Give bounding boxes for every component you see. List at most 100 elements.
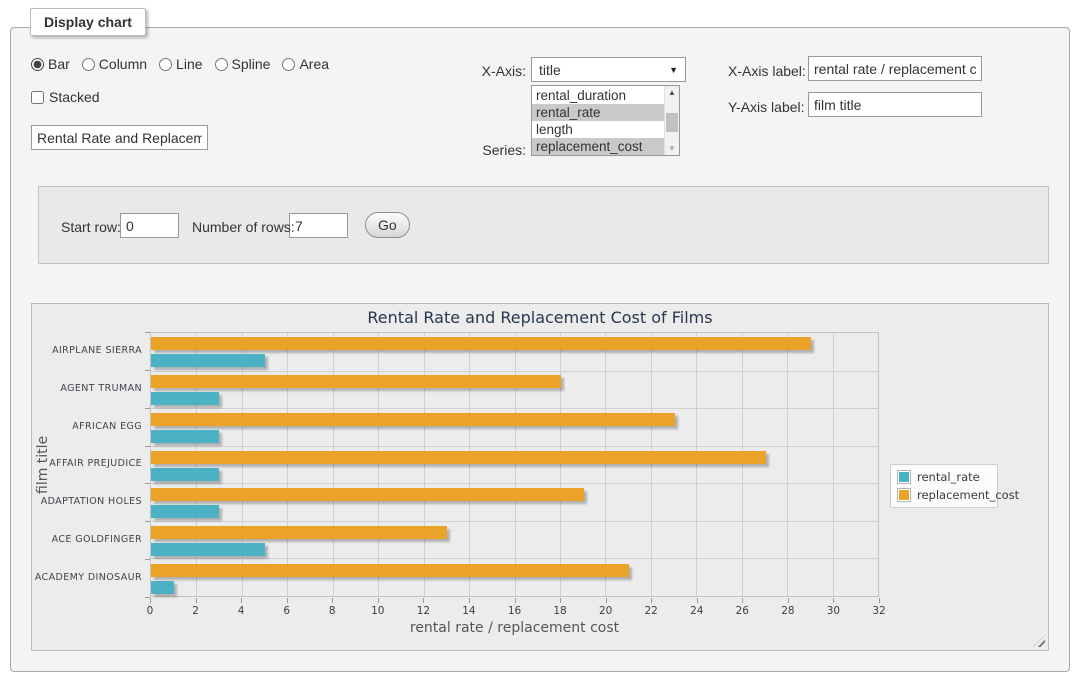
chart-category-labels: AIRPLANE SIERRAAGENT TRUMANAFRICAN EGGAF… bbox=[32, 332, 142, 597]
gridline bbox=[378, 333, 379, 596]
gridline bbox=[151, 371, 878, 372]
y-axis-label-input[interactable] bbox=[808, 92, 982, 117]
y-tick-mark bbox=[145, 370, 150, 371]
x-tick-label: 12 bbox=[408, 605, 438, 617]
legend-swatch bbox=[897, 488, 911, 502]
legend-entry-replacement_cost: replacement_cost bbox=[891, 486, 997, 504]
legend-label: rental_rate bbox=[917, 470, 980, 484]
bar-replacement-cost bbox=[151, 451, 766, 464]
fieldset-legend: Display chart bbox=[30, 8, 146, 36]
series-listbox[interactable]: rental_durationrental_ratelengthreplacem… bbox=[531, 85, 680, 156]
stacked-option[interactable]: Stacked bbox=[31, 89, 100, 105]
chart-type-radio-label: Column bbox=[99, 56, 147, 72]
chart-type-radio-bar[interactable] bbox=[31, 58, 44, 71]
chart-type-radio-spline[interactable] bbox=[215, 58, 228, 71]
x-tick-mark bbox=[879, 598, 880, 603]
x-tick-mark bbox=[241, 598, 242, 603]
chart-type-radio-label: Line bbox=[176, 56, 202, 72]
bar-rental-rate bbox=[151, 543, 265, 556]
chart-type-radio-line[interactable] bbox=[159, 58, 172, 71]
start-row-label: Start row: bbox=[61, 219, 121, 235]
x-tick-label: 6 bbox=[272, 605, 302, 617]
start-row-input[interactable] bbox=[120, 213, 179, 238]
chart-title-input[interactable] bbox=[31, 125, 208, 150]
gridline bbox=[742, 333, 743, 596]
bar-replacement-cost bbox=[151, 564, 629, 577]
chart-type-option-column[interactable]: Column bbox=[82, 56, 147, 72]
scroll-up-icon[interactable]: ▲ bbox=[665, 86, 679, 99]
x-tick-mark bbox=[332, 598, 333, 603]
chart-legend: rental_rate replacement_cost bbox=[890, 464, 998, 508]
x-tick-label: 24 bbox=[682, 605, 712, 617]
x-tick-label: 32 bbox=[864, 605, 894, 617]
chart-type-option-area[interactable]: Area bbox=[282, 56, 329, 72]
y-tick-mark bbox=[145, 446, 150, 447]
resize-handle-icon[interactable] bbox=[1033, 635, 1045, 647]
legend-swatch bbox=[897, 470, 911, 484]
x-axis-select[interactable]: title ▼ bbox=[531, 57, 686, 82]
x-tick-label: 0 bbox=[135, 605, 165, 617]
x-tick-label: 22 bbox=[636, 605, 666, 617]
series-option-replacement_cost[interactable]: replacement_cost bbox=[532, 138, 664, 155]
stacked-checkbox[interactable] bbox=[31, 91, 44, 104]
y-tick-mark bbox=[145, 483, 150, 484]
series-select-label: Series: bbox=[456, 142, 526, 158]
x-tick-mark bbox=[287, 598, 288, 603]
y-tick-mark bbox=[145, 332, 150, 333]
bar-replacement-cost bbox=[151, 488, 584, 501]
gridline bbox=[242, 333, 243, 596]
x-tick-mark bbox=[378, 598, 379, 603]
gridline bbox=[651, 333, 652, 596]
y-tick-mark bbox=[145, 408, 150, 409]
chart-type-option-spline[interactable]: Spline bbox=[215, 56, 271, 72]
legend-label: replacement_cost bbox=[917, 488, 1019, 502]
bar-replacement-cost bbox=[151, 337, 811, 350]
scroll-down-icon[interactable]: ▼ bbox=[665, 142, 679, 155]
x-axis-label-input[interactable] bbox=[808, 56, 982, 81]
x-tick-mark bbox=[788, 598, 789, 603]
chart-type-radio-area[interactable] bbox=[282, 58, 295, 71]
gridline bbox=[605, 333, 606, 596]
go-button[interactable]: Go bbox=[365, 212, 410, 238]
chart-type-option-line[interactable]: Line bbox=[159, 56, 202, 72]
x-tick-mark bbox=[742, 598, 743, 603]
x-tick-mark bbox=[196, 598, 197, 603]
x-tick-mark bbox=[150, 598, 151, 603]
gridline bbox=[151, 558, 878, 559]
x-tick-label: 8 bbox=[317, 605, 347, 617]
scrollbar-thumb[interactable] bbox=[666, 113, 678, 132]
gridline bbox=[469, 333, 470, 596]
gridline bbox=[333, 333, 334, 596]
series-option-length[interactable]: length bbox=[532, 121, 664, 138]
y-tick-mark bbox=[145, 521, 150, 522]
series-scrollbar[interactable]: ▲ ▼ bbox=[664, 86, 679, 155]
chart-type-option-bar[interactable]: Bar bbox=[31, 56, 70, 72]
bar-rental-rate bbox=[151, 354, 265, 367]
x-axis-select-value: title bbox=[539, 62, 561, 78]
display-chart-fieldset: BarColumnLineSplineArea Stacked X-Axis: … bbox=[10, 27, 1070, 672]
y-tick-mark bbox=[145, 559, 150, 560]
gridline bbox=[287, 333, 288, 596]
number-of-rows-input[interactable] bbox=[289, 213, 348, 238]
chevron-down-icon: ▼ bbox=[669, 65, 678, 75]
bar-rental-rate bbox=[151, 468, 219, 481]
chart-type-radio-column[interactable] bbox=[82, 58, 95, 71]
bar-replacement-cost bbox=[151, 413, 675, 426]
category-label: AFRICAN EGG bbox=[32, 421, 142, 432]
bar-rental-rate bbox=[151, 392, 219, 405]
gridline bbox=[424, 333, 425, 596]
gridline bbox=[151, 483, 878, 484]
number-of-rows-label: Number of rows: bbox=[192, 219, 295, 235]
chart-x-tick-labels: 02468101214161820222426283032 bbox=[150, 605, 879, 619]
category-label: AIRPLANE SIERRA bbox=[32, 345, 142, 356]
gridline bbox=[560, 333, 561, 596]
x-axis-select-label: X-Axis: bbox=[456, 63, 526, 79]
category-label: ACE GOLDFINGER bbox=[32, 534, 142, 545]
series-options: rental_durationrental_ratelengthreplacem… bbox=[532, 86, 664, 155]
x-tick-label: 20 bbox=[591, 605, 621, 617]
series-option-rental_duration[interactable]: rental_duration bbox=[532, 87, 664, 104]
x-tick-mark bbox=[833, 598, 834, 603]
series-option-rental_rate[interactable]: rental_rate bbox=[532, 104, 664, 121]
chart-type-radio-label: Spline bbox=[232, 56, 271, 72]
chart-title: Rental Rate and Replacement Cost of Film… bbox=[32, 308, 1048, 327]
